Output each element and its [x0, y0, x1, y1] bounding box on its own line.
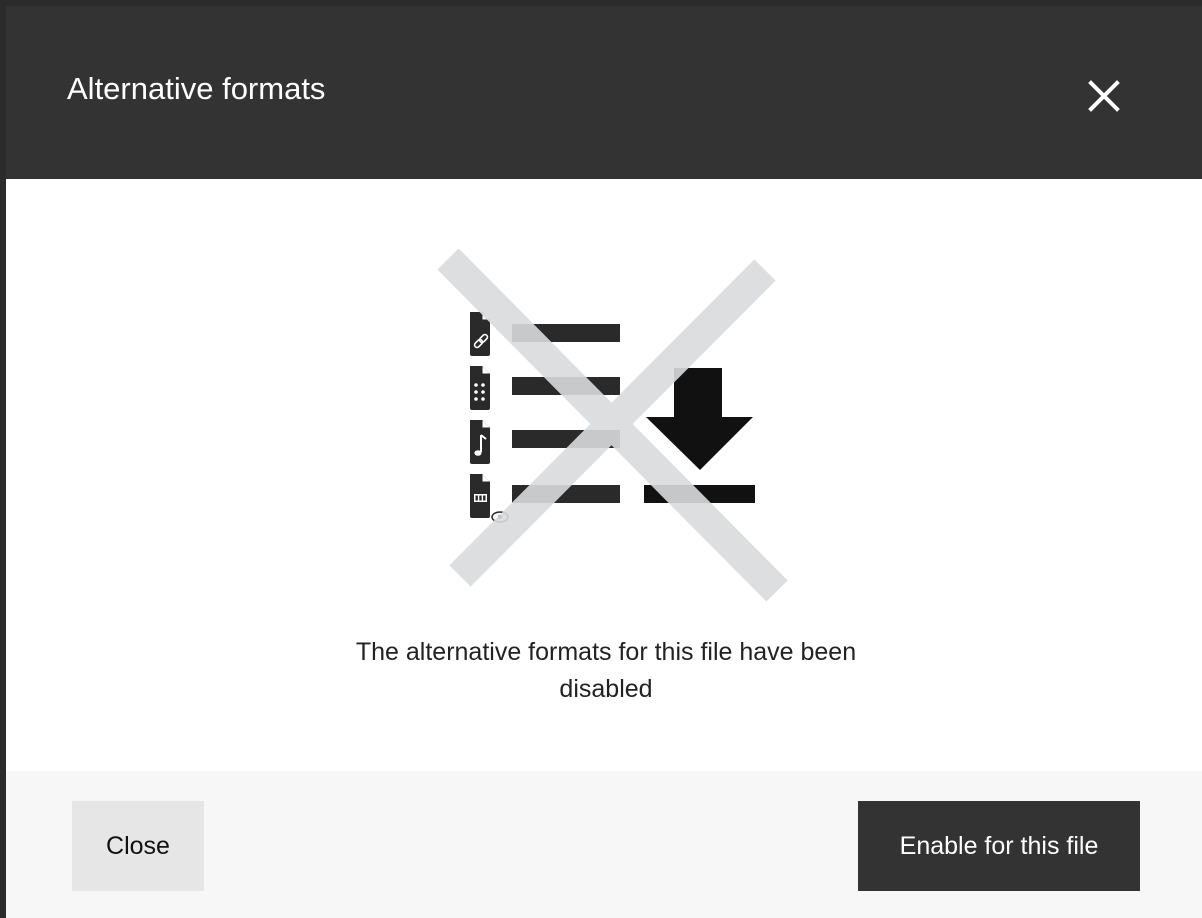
- alternative-formats-dialog: Alternative formats The alternative form…: [6, 6, 1202, 918]
- dialog-footer: Close Enable for this file: [6, 771, 1202, 918]
- dialog-title: Alternative formats: [67, 71, 326, 106]
- alternative-formats-disabled-icon: [412, 235, 792, 615]
- disabled-message: The alternative formats for this file ha…: [355, 638, 857, 703]
- close-button[interactable]: Close: [72, 801, 204, 891]
- file-braille-icon: [470, 366, 490, 410]
- dialog-body: The alternative formats for this file ha…: [6, 179, 1202, 771]
- close-icon: [1088, 80, 1120, 112]
- close-dialog-button[interactable]: [1082, 74, 1126, 118]
- dialog-header: Alternative formats: [6, 6, 1202, 179]
- enable-for-this-file-button[interactable]: Enable for this file: [858, 801, 1140, 891]
- file-audio-icon: [470, 420, 490, 464]
